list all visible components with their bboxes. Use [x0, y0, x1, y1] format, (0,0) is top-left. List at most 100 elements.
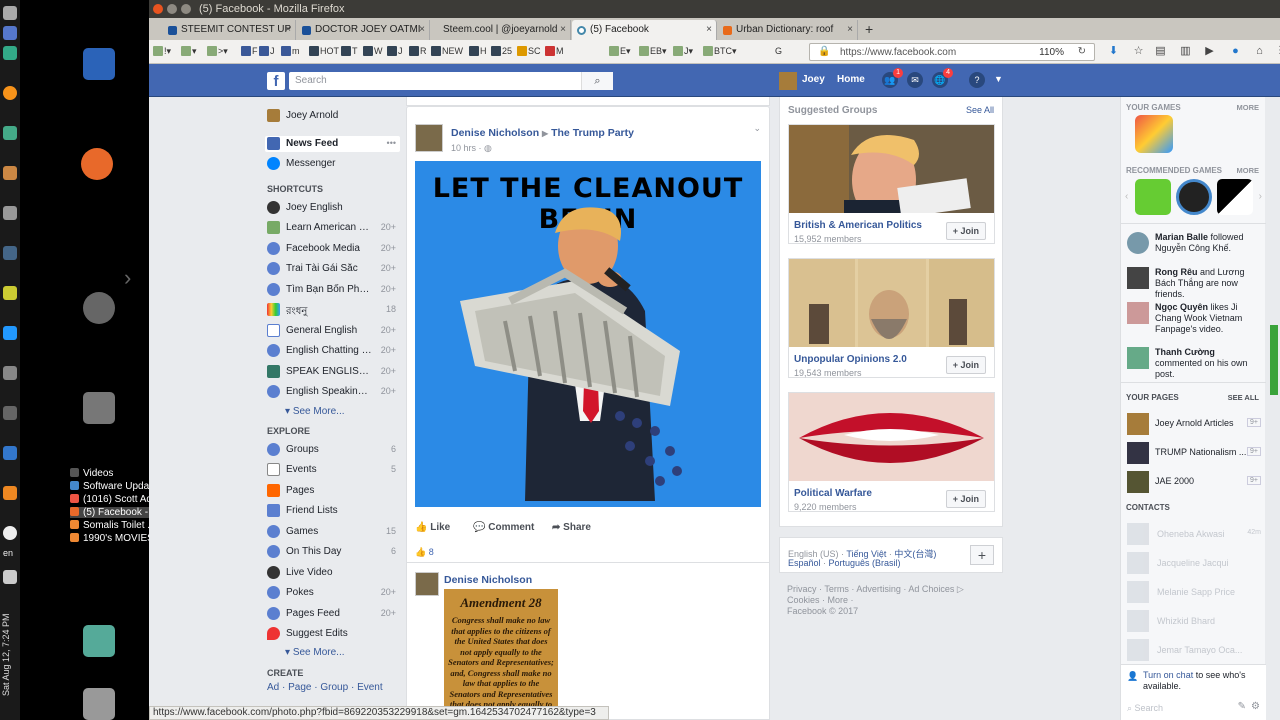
app-icon[interactable]: [3, 286, 17, 300]
notifications-icon[interactable]: 🌐 4: [932, 68, 953, 88]
app-icon[interactable]: [3, 406, 17, 420]
piano-tiles-game-icon[interactable]: [1217, 179, 1253, 215]
pages-see-all-link[interactable]: SEE ALL: [1228, 393, 1259, 402]
bookmark[interactable]: J: [387, 46, 403, 58]
post-time[interactable]: 10 hrs · ◍: [451, 143, 492, 154]
volume-icon[interactable]: [3, 570, 17, 584]
new-tab-button[interactable]: +: [865, 21, 873, 37]
close-tab-icon[interactable]: ×: [847, 24, 853, 35]
contact-item[interactable]: Jemar Tamayo Oca...: [1127, 639, 1261, 661]
bookmarks-folder[interactable]: EB▾: [639, 46, 667, 58]
bookmarks-folder[interactable]: !▾: [153, 46, 171, 58]
home-link[interactable]: Home: [837, 74, 865, 85]
bookmark-star-icon[interactable]: ☆: [1132, 45, 1145, 58]
explore-groups[interactable]: Groups 6: [265, 442, 400, 458]
app-icon[interactable]: [3, 366, 17, 380]
explore-suggest-edits[interactable]: Suggest Edits: [265, 626, 400, 642]
share-button[interactable]: ➦ Share: [552, 522, 591, 533]
page-item[interactable]: TRUMP Nationalism ... 9+: [1127, 442, 1261, 464]
facebook-logo-icon[interactable]: f: [267, 72, 285, 90]
close-window-button[interactable]: [153, 4, 163, 14]
comment-button[interactable]: 💬 Comment: [473, 522, 534, 533]
messages-icon[interactable]: ✉: [907, 72, 923, 88]
lock-icon[interactable]: 🔒: [818, 46, 830, 57]
minimize-window-button[interactable]: [167, 4, 177, 14]
language-link[interactable]: 中文(台灣): [894, 549, 936, 559]
nav-news-feed[interactable]: News Feed •••: [265, 136, 400, 152]
more-options-icon[interactable]: •••: [387, 138, 396, 148]
group-card[interactable]: British & American Politics 15,952 membe…: [788, 124, 995, 244]
see-all-link[interactable]: See All: [966, 105, 994, 115]
app-icon[interactable]: [3, 26, 17, 40]
nav-profile[interactable]: Joey Arnold: [265, 108, 400, 124]
group-card[interactable]: Political Warfare 9,220 members + Join: [788, 392, 995, 512]
app-icon[interactable]: [3, 126, 17, 140]
app-icon[interactable]: [3, 446, 17, 460]
ubuntu-icon[interactable]: [83, 292, 115, 324]
see-more-shortcuts-link[interactable]: ▾ See More...: [285, 406, 345, 417]
youtube-icon[interactable]: ▶: [1203, 45, 1216, 58]
like-button[interactable]: 👍 Like: [415, 522, 450, 533]
task-item[interactable]: Software Upda...: [70, 481, 157, 492]
bookmarks-folder[interactable]: ▾: [181, 46, 197, 58]
explore-live-video[interactable]: Live Video: [265, 565, 400, 581]
create-ad-link[interactable]: Ad: [267, 682, 279, 693]
post-options-chevron-icon[interactable]: ⌄: [753, 123, 761, 134]
explore-pokes[interactable]: Pokes 20+: [265, 585, 400, 601]
reload-icon[interactable]: ↻: [1078, 46, 1086, 57]
recommended-more-link[interactable]: MORE: [1237, 166, 1260, 175]
shortcut-item[interactable]: Trai Tài Gái Sắc 20+: [265, 261, 400, 277]
footer-line[interactable]: Cookies · More ·: [787, 595, 997, 606]
shortcut-item[interactable]: English Speaking Gr...20+: [265, 384, 400, 400]
bookmark[interactable]: SC: [517, 46, 541, 58]
language-link[interactable]: Português (Brasil): [829, 558, 901, 568]
bookmark[interactable]: T: [341, 46, 358, 58]
app-icon[interactable]: [3, 246, 17, 260]
group-name[interactable]: Unpopular Opinions 2.0: [794, 354, 907, 365]
post-author-link[interactable]: Denise Nicholson ▶ The Trump Party: [451, 127, 634, 139]
user-icon[interactable]: [83, 625, 115, 657]
close-tab-icon[interactable]: ×: [419, 24, 425, 35]
add-language-button[interactable]: +: [970, 545, 994, 565]
shortcut-item[interactable]: Tìm Bạn Bốn Phương20+: [265, 282, 400, 298]
turn-on-chat-link[interactable]: Turn on chat: [1143, 670, 1193, 680]
group-image[interactable]: [789, 125, 994, 213]
app-icon[interactable]: [3, 166, 17, 180]
bookmark[interactable]: G: [775, 46, 782, 58]
help-icon[interactable]: ?: [969, 72, 985, 88]
game-icon[interactable]: [1135, 179, 1171, 215]
tab-doctor-joey[interactable]: DOCTOR JOEY OATMI ×: [297, 20, 430, 40]
page-item[interactable]: JAE 2000 9+: [1127, 471, 1261, 493]
language-link[interactable]: Español: [788, 558, 821, 568]
bookmark[interactable]: F: [241, 46, 258, 58]
task-item[interactable]: (1016) Scott Ad...: [70, 494, 160, 505]
join-group-button[interactable]: + Join: [945, 222, 986, 240]
close-tab-icon[interactable]: ×: [285, 24, 291, 35]
shortcut-item[interactable]: English Chatting Group20+: [265, 343, 400, 359]
addon-icon[interactable]: ●: [1229, 45, 1242, 58]
close-tab-icon[interactable]: ×: [706, 24, 712, 35]
bookmark[interactable]: J: [259, 46, 275, 58]
task-item[interactable]: Somalis Toilet ...: [70, 520, 156, 531]
settings-gear-icon[interactable]: ⚙: [1251, 701, 1260, 712]
maximize-window-button[interactable]: [181, 4, 191, 14]
bookmarks-folder[interactable]: J▾: [673, 46, 693, 58]
app-icon[interactable]: [3, 46, 17, 60]
see-more-explore-link[interactable]: ▾ See More...: [285, 647, 345, 658]
group-name[interactable]: Political Warfare: [794, 488, 872, 499]
page-item[interactable]: Joey Arnold Articles 9+: [1127, 413, 1261, 435]
contact-item[interactable]: Whizkid Bhard: [1127, 610, 1261, 632]
facebook-search-input[interactable]: Search ⌕: [289, 72, 613, 90]
reaction-count[interactable]: 👍 8: [415, 547, 434, 558]
sidebar-icon[interactable]: ▥: [1179, 45, 1192, 58]
archive-icon[interactable]: [83, 392, 115, 424]
chevron-right-icon[interactable]: ›: [1259, 191, 1262, 202]
post-image[interactable]: LET THE CLEANOUT BEGIN: [415, 161, 761, 507]
shortcut-item[interactable]: Facebook Media 20+: [265, 241, 400, 257]
bitcoin-icon[interactable]: [3, 86, 17, 100]
task-item[interactable]: Videos: [70, 468, 113, 479]
group-card[interactable]: Unpopular Opinions 2.0 19,543 members + …: [788, 258, 995, 378]
document-icon[interactable]: [83, 48, 115, 80]
8-ball-pool-game-icon[interactable]: [1176, 179, 1212, 215]
bookmark[interactable]: W: [363, 46, 383, 58]
